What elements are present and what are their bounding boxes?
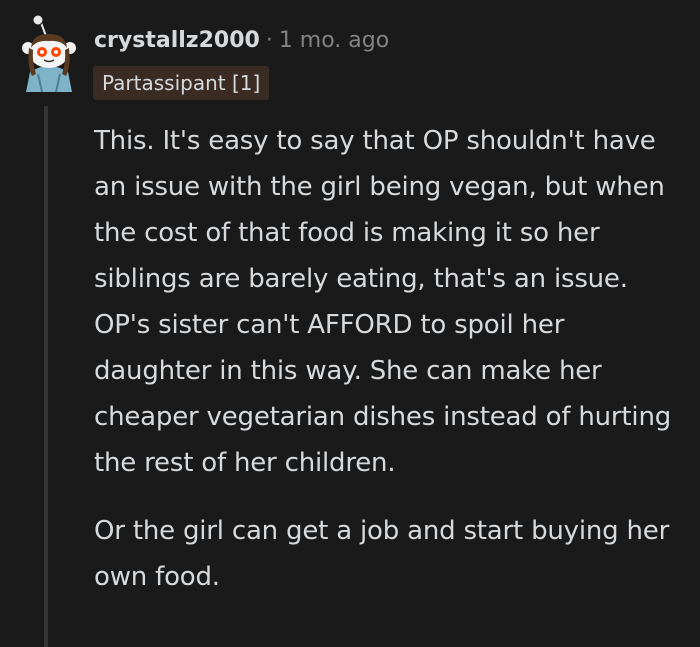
- username-link[interactable]: crystallz2000: [94, 28, 260, 53]
- user-flair: Partassipant [1]: [93, 66, 270, 100]
- comment-timestamp[interactable]: 1 mo. ago: [279, 28, 389, 53]
- comment-paragraph: Or the girl can get a job and start buyi…: [94, 516, 670, 592]
- comment: crystallz2000 · 1 mo. ago Partassipant [1]…: [0, 0, 700, 647]
- comment-meta: crystallz2000 · 1 mo. ago: [94, 26, 389, 56]
- user-avatar-icon[interactable]: [18, 14, 80, 92]
- comment-body: This. It's easy to say that OP shouldn't…: [94, 118, 684, 600]
- thread-collapse-line[interactable]: [44, 106, 48, 647]
- comment-paragraph: This. It's easy to say that OP shouldn't…: [94, 126, 672, 478]
- meta-separator: ·: [265, 28, 273, 53]
